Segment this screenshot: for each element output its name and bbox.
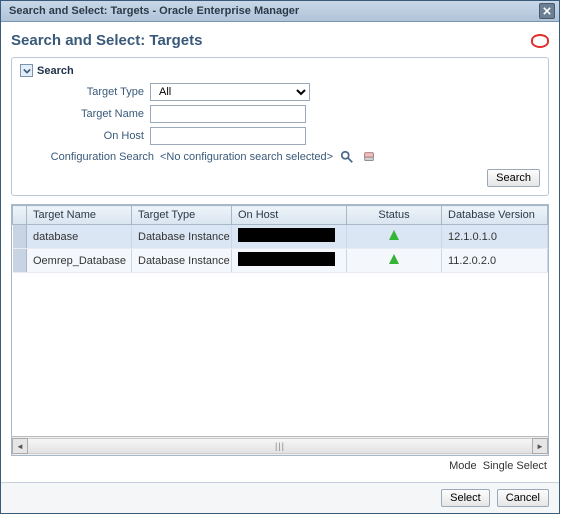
- target-name-input[interactable]: [150, 105, 306, 123]
- config-search-row: Configuration Search <No configuration s…: [44, 149, 540, 165]
- close-button[interactable]: [539, 3, 555, 19]
- search-header[interactable]: Search: [20, 64, 540, 77]
- col-target-name[interactable]: Target Name: [27, 206, 132, 225]
- target-type-label: Target Type: [44, 86, 144, 98]
- oracle-logo-icon: [531, 34, 549, 48]
- config-search-eraser-icon[interactable]: [361, 149, 377, 165]
- search-button-row: Search: [44, 169, 540, 187]
- target-type-select[interactable]: All: [150, 83, 310, 101]
- cell-status: [347, 249, 442, 273]
- on-host-row: On Host: [44, 127, 540, 145]
- row-selector[interactable]: [13, 249, 27, 273]
- close-icon: [543, 7, 551, 15]
- col-db-version[interactable]: Database Version: [442, 206, 548, 225]
- grid-empty-area: [12, 273, 548, 436]
- mode-row: Mode Single Select: [11, 456, 549, 476]
- results-grid: Target Name Target Type On Host Status D…: [11, 204, 549, 456]
- redacted-host: [238, 228, 335, 242]
- scroll-left-icon[interactable]: ◄: [12, 438, 28, 454]
- table-row[interactable]: Oemrep_Database Database Instance 11.2.0…: [13, 249, 548, 273]
- status-up-icon: [389, 230, 399, 240]
- config-search-label: Configuration Search: [44, 151, 154, 163]
- cell-db-version: 12.1.0.1.0: [442, 225, 548, 249]
- search-button[interactable]: Search: [487, 169, 540, 187]
- on-host-input[interactable]: [150, 127, 306, 145]
- cell-on-host: [232, 249, 347, 273]
- horizontal-scrollbar[interactable]: ◄ ||| ►: [12, 436, 548, 455]
- title-bar: Search and Select: Targets - Oracle Ente…: [1, 1, 559, 22]
- cell-db-version: 11.2.0.2.0: [442, 249, 548, 273]
- collapse-icon[interactable]: [20, 64, 33, 77]
- search-form: Target Type All Target Name On Host Conf…: [44, 83, 540, 187]
- cell-target-name: Oemrep_Database: [27, 249, 132, 273]
- scroll-thumb[interactable]: |||: [275, 441, 285, 451]
- cell-target-type: Database Instance: [132, 249, 232, 273]
- dialog-window: Search and Select: Targets - Oracle Ente…: [0, 0, 560, 514]
- search-section-label: Search: [37, 65, 74, 77]
- cell-on-host: [232, 225, 347, 249]
- scroll-right-icon[interactable]: ►: [532, 438, 548, 454]
- config-search-value: <No configuration search selected>: [160, 151, 333, 163]
- results-table: Target Name Target Type On Host Status D…: [12, 205, 548, 273]
- table-row[interactable]: database Database Instance 12.1.0.1.0: [13, 225, 548, 249]
- select-button[interactable]: Select: [441, 489, 490, 507]
- mode-label: Mode: [449, 460, 477, 472]
- header-row: Target Name Target Type On Host Status D…: [13, 206, 548, 225]
- cell-target-name: database: [27, 225, 132, 249]
- cell-status: [347, 225, 442, 249]
- config-search-magnifier-icon[interactable]: [339, 149, 355, 165]
- cancel-button[interactable]: Cancel: [497, 489, 549, 507]
- status-up-icon: [389, 254, 399, 264]
- dialog-content: Search and Select: Targets Search Target…: [1, 22, 559, 482]
- target-type-row: Target Type All: [44, 83, 540, 101]
- target-name-row: Target Name: [44, 105, 540, 123]
- col-target-type[interactable]: Target Type: [132, 206, 232, 225]
- window-title: Search and Select: Targets - Oracle Ente…: [9, 5, 299, 17]
- page-title: Search and Select: Targets: [11, 32, 202, 49]
- col-selector[interactable]: [13, 206, 27, 225]
- dialog-footer: Select Cancel: [1, 482, 559, 513]
- col-status[interactable]: Status: [347, 206, 442, 225]
- scroll-track[interactable]: |||: [28, 438, 532, 454]
- page-header: Search and Select: Targets: [11, 32, 549, 49]
- search-panel: Search Target Type All Target Name On Ho…: [11, 57, 549, 196]
- on-host-label: On Host: [44, 130, 144, 142]
- row-selector[interactable]: [13, 225, 27, 249]
- target-name-label: Target Name: [44, 108, 144, 120]
- col-on-host[interactable]: On Host: [232, 206, 347, 225]
- mode-value: Single Select: [483, 460, 547, 472]
- cell-target-type: Database Instance: [132, 225, 232, 249]
- redacted-host: [238, 252, 335, 266]
